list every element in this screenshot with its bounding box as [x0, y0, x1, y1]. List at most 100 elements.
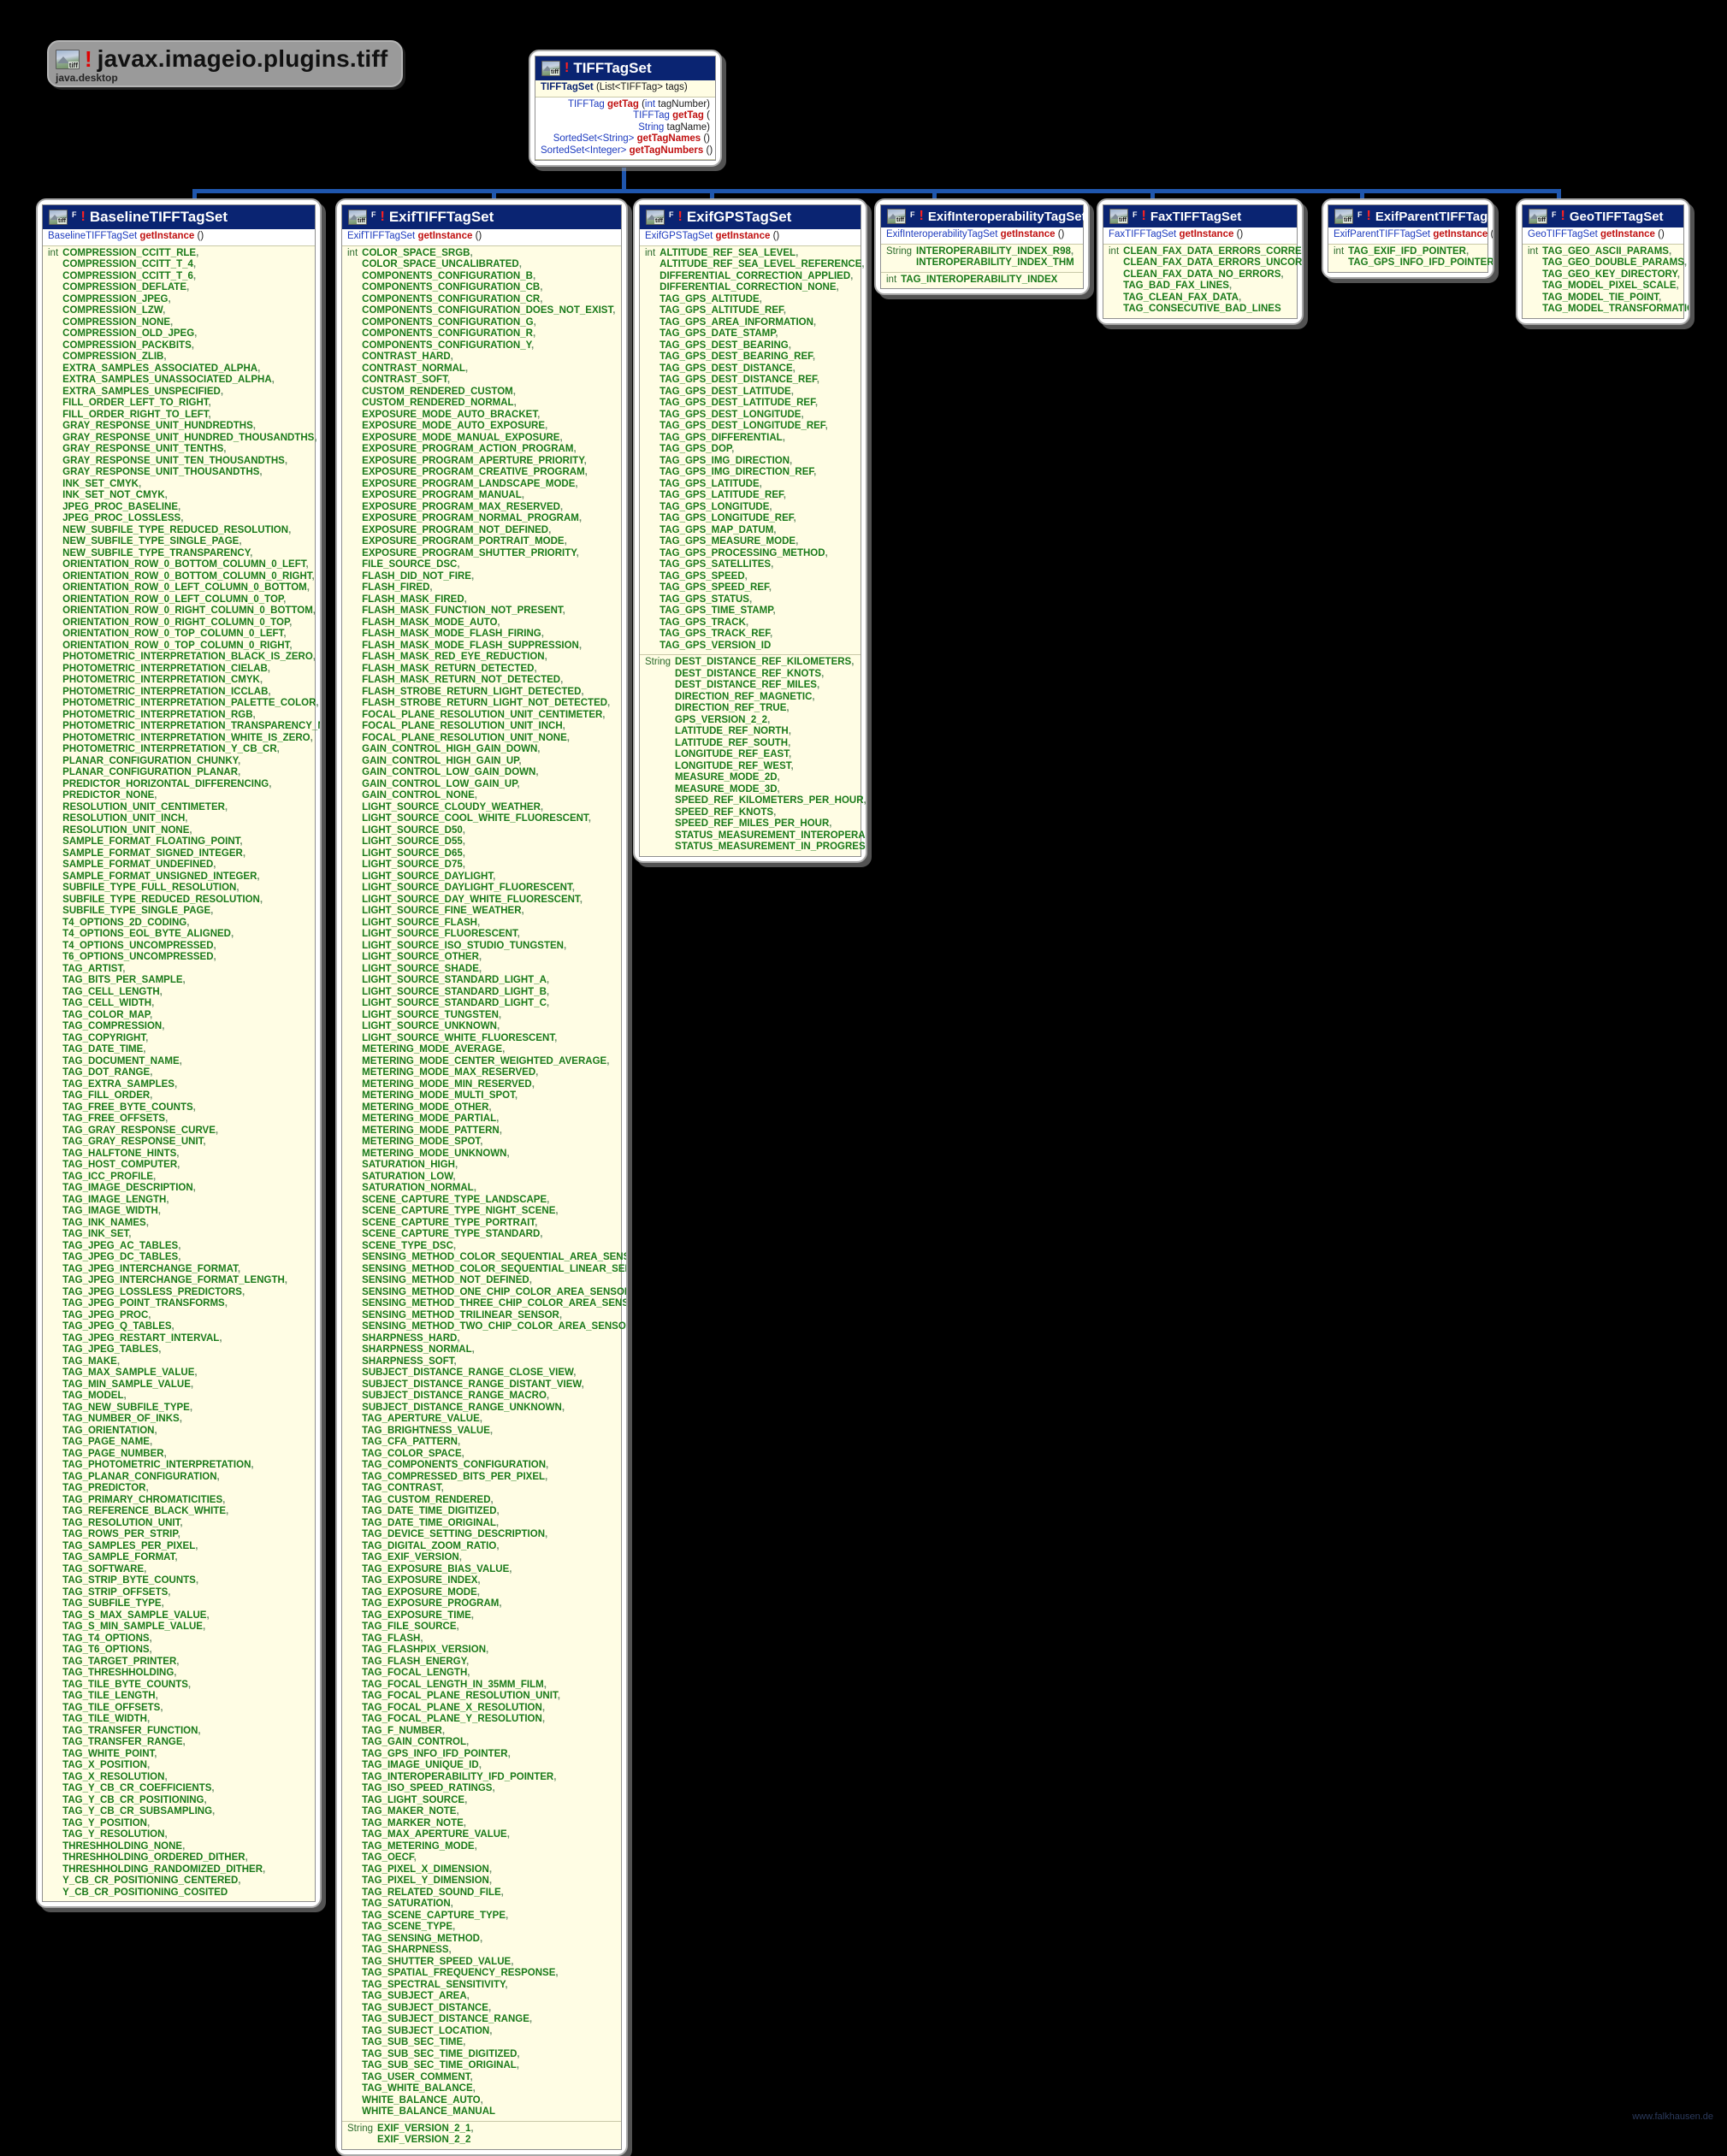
field-type [347, 1460, 362, 1472]
field-name: LIGHT_SOURCE_ISO_STUDIO_TUNGSTEN, [362, 940, 567, 951]
field-type [347, 2083, 362, 2095]
field-name: TAG_IMAGE_LENGTH, [62, 1194, 169, 1205]
field-row: TAG_GAIN_CONTROL, [347, 1737, 626, 1749]
field-type [347, 1391, 362, 1403]
field-name: TAG_GPS_STATUS, [659, 594, 753, 605]
field-type [347, 1021, 362, 1033]
field-row: int TAG_INTEROPERABILITY_INDEX [886, 275, 1057, 286]
field-row: TAG_BAD_FAX_LINES, [1109, 281, 1302, 292]
field-name: GAIN_CONTROL_LOW_GAIN_DOWN, [362, 767, 539, 777]
field-type [48, 1356, 62, 1368]
class-box-exifinterop[interactable]: F!ExifInteroperabilityTagSetExifInterope… [874, 198, 1090, 295]
field-row: LIGHT_SOURCE_FLUORESCENT, [347, 929, 626, 941]
field-type [347, 1067, 362, 1079]
field-row: TAG_GPS_TRACK, [645, 617, 865, 629]
field-row: TAG_USER_COMMENT, [347, 2072, 626, 2084]
field-type [48, 1367, 62, 1379]
field-name: ALTITUDE_REF_SEA_LEVEL, [659, 247, 799, 258]
field-row: TAG_TILE_WIDTH, [48, 1714, 320, 1726]
class-box-baseline[interactable]: F!BaselineTIFFTagSetBaselineTIFFTagSet g… [36, 198, 322, 1908]
field-name: INK_SET_CMYK, [62, 478, 142, 489]
field-row: TAG_EXIF_VERSION, [347, 1552, 626, 1564]
field-name: TAG_F_NUMBER, [362, 1725, 446, 1736]
field-name: PHOTOMETRIC_INTERPRETATION_PALETTE_COLOR… [62, 698, 319, 708]
field-row: TAG_EXPOSURE_PROGRAM, [347, 1598, 626, 1610]
field-name: GRAY_RESPONSE_UNIT_HUNDREDTHS, [62, 421, 256, 431]
field-name: ORIENTATION_ROW_0_RIGHT_COLUMN_0_TOP, [62, 617, 293, 628]
field-row: FLASH_MASK_FIRED, [347, 594, 626, 606]
field-name: COMPONENTS_CONFIGURATION_CB, [362, 282, 543, 292]
field-type [347, 1160, 362, 1172]
field-row: TAG_EXPOSURE_MODE, [347, 1587, 626, 1599]
method-row: SortedSet<String> getTagNames () [553, 133, 710, 144]
field-name: COMPONENTS_CONFIGURATION_Y, [362, 340, 535, 351]
field-type [347, 1172, 362, 1184]
class-box-exifgps[interactable]: F!ExifGPSTagSetExifGPSTagSet getInstance… [633, 198, 867, 863]
class-box-geo[interactable]: F!GeoTIFFTagSetGeoTIFFTagSet getInstance… [1516, 198, 1690, 325]
field-type [347, 375, 362, 387]
field-name: SUBJECT_DISTANCE_RANGE_UNKNOWN, [362, 1402, 565, 1413]
field-row: TAG_JPEG_LOSSLESS_PREDICTORS, [48, 1287, 320, 1299]
field-name: METERING_MODE_UNKNOWN, [362, 1148, 510, 1159]
field-name: RESOLUTION_UNIT_CENTIMETER, [62, 801, 228, 812]
field-name: LIGHT_SOURCE_STANDARD_LIGHT_A, [362, 975, 550, 985]
field-row: TAG_TRANSFER_FUNCTION, [48, 1726, 320, 1738]
field-row: TAG_F_NUMBER, [347, 1725, 626, 1738]
class-box-fax[interactable]: F!FaxTIFFTagSetFaxTIFFTagSet getInstance… [1097, 198, 1304, 325]
field-name: SPEED_REF_MILES_PER_HOUR, [675, 818, 832, 829]
field-type [48, 1852, 62, 1864]
field-type [645, 525, 659, 537]
field-type [347, 1183, 362, 1195]
field-type [48, 1333, 62, 1345]
class-box-exif[interactable]: F!ExifTIFFTagSetExifTIFFTagSet getInstan… [335, 198, 628, 2156]
field-name: WHITE_BALANCE_MANUAL [362, 2106, 496, 2117]
class-box-tifftagset[interactable]: ! TIFFTagSet TIFFTagSet (List<TIFFTag> t… [529, 50, 722, 167]
field-row: TAG_FREE_OFFSETS, [48, 1113, 320, 1125]
field-type [347, 1749, 362, 1761]
field-name: LIGHT_SOURCE_DAYLIGHT, [362, 871, 496, 882]
field-name: SATURATION_NORMAL, [362, 1183, 476, 1193]
field-type [48, 456, 62, 468]
field-name: TAG_GPS_LATITUDE, [659, 478, 762, 489]
field-type [347, 952, 362, 964]
field-row: TAG_GPS_DEST_BEARING, [645, 340, 865, 352]
field-name: TAG_WHITE_POINT, [62, 1748, 157, 1759]
field-type [347, 998, 362, 1010]
field-row: SCENE_TYPE_DSC, [347, 1241, 626, 1253]
class-box-exifparent[interactable]: F!ExifParentTIFFTagSetExifParentTIFFTagS… [1322, 198, 1494, 279]
field-name: TAG_FOCAL_LENGTH, [362, 1668, 470, 1678]
field-row: FLASH_MASK_FUNCTION_NOT_PRESENT, [347, 605, 626, 617]
field-name: TAG_GPS_DEST_LATITUDE, [659, 386, 794, 397]
field-name: DIFFERENTIAL_CORRECTION_NONE, [659, 282, 839, 292]
field-type: int [1334, 245, 1345, 257]
field-name: CLEAN_FAX_DATA_NO_ERRORS, [1123, 269, 1284, 280]
field-row: TAG_DOCUMENT_NAME, [48, 1056, 320, 1068]
field-name: GRAY_RESPONSE_UNIT_TENTHS, [62, 444, 227, 454]
field-name: PLANAR_CONFIGURATION_PLANAR, [62, 767, 241, 777]
field-row: String INTEROPERABILITY_INDEX_R98, [886, 246, 1074, 258]
field-name: ALTITUDE_REF_SEA_LEVEL_REFERENCE, [659, 259, 865, 269]
field-name: FLASH_DID_NOT_FIRE, [362, 570, 475, 582]
final-marker-icon: F [910, 210, 915, 219]
field-name: LIGHT_SOURCE_D55, [362, 836, 465, 847]
field-type [48, 363, 62, 375]
field-type [48, 1137, 62, 1149]
field-row: INK_SET_CMYK, [48, 478, 320, 491]
field-type [347, 1887, 362, 1899]
field-type [347, 617, 362, 629]
field-name: FILL_ORDER_LEFT_TO_RIGHT, [62, 398, 211, 408]
field-row: METERING_MODE_MAX_RESERVED, [347, 1067, 626, 1079]
field-row: TAG_JPEG_POINT_TRANSFORMS, [48, 1298, 320, 1310]
method-section: GeoTIFFTagSet getInstance () [1523, 227, 1683, 245]
field-type [347, 1829, 362, 1841]
watermark: www.falkhausen.de [1632, 2112, 1713, 2122]
field-row: TAG_MAX_APERTURE_VALUE, [347, 1829, 626, 1841]
field-name: TAG_MODEL_TRANSFORMATION [1542, 304, 1690, 314]
tiff-file-icon [1529, 209, 1547, 224]
field-name: JPEG_PROC_BASELINE, [62, 501, 181, 512]
field-type [347, 802, 362, 814]
field-row: TAG_PRIMARY_CHROMATICITIES, [48, 1495, 320, 1507]
field-row: TAG_GPS_AREA_INFORMATION, [645, 317, 865, 329]
method-row: GeoTIFFTagSet getInstance () [1528, 229, 1678, 241]
field-name: EXPOSURE_PROGRAM_LANDSCAPE_MODE, [362, 478, 578, 489]
